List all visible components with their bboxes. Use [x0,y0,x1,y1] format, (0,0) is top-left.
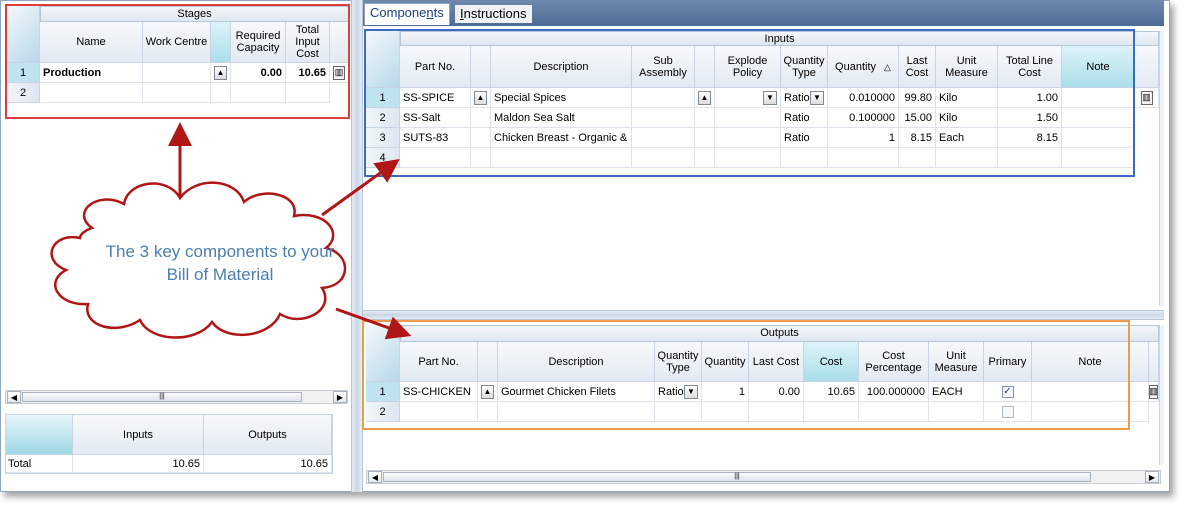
stages-highlight-box [5,4,350,119]
scroll-right-icon[interactable]: ▶ [1145,471,1159,483]
inputs-outputs-splitter[interactable] [363,310,1164,320]
summary-total-label: Total [6,455,73,473]
inputs-highlight-box [364,29,1135,177]
tab-instructions[interactable]: Instructions [455,5,532,23]
summary-corner [6,415,73,455]
scroll-right-icon[interactable]: ▶ [333,391,347,403]
summary-inputs-total: 10.65 [73,455,204,473]
summary-grid: Inputs Outputs Total 10.65 10.65 [5,414,333,474]
outputs-col-delete [1149,342,1159,382]
inputs-delete-cell: ▥ [1135,88,1159,108]
scroll-thumb[interactable]: ||| [22,392,302,402]
tab-components[interactable]: Components [364,3,450,25]
callout-text: The 3 key components to your Bill of Mat… [105,242,335,284]
outputs-delete-cell: ▥ [1149,382,1159,402]
inputs-col-delete [1135,46,1159,88]
outputs-vertical-scrollbar[interactable] [1159,325,1164,465]
outputs-horizontal-scrollbar[interactable]: ◀ ||| ▶ [366,470,1161,484]
summary-col-outputs: Outputs [204,415,332,455]
scroll-thumb[interactable]: ||| [383,472,1091,482]
scroll-left-icon[interactable]: ◀ [7,391,21,403]
scroll-left-icon[interactable]: ◀ [368,471,382,483]
trash-icon[interactable]: ▥ [1149,384,1158,399]
stages-horizontal-scrollbar[interactable]: ◀ ||| ▶ [5,390,348,404]
trash-icon[interactable]: ▥ [1140,90,1153,105]
summary-col-inputs: Inputs [73,415,204,455]
summary-outputs-total: 10.65 [204,455,332,473]
inputs-vertical-scrollbar[interactable] [1159,31,1164,306]
outputs-highlight-box [362,320,1130,430]
